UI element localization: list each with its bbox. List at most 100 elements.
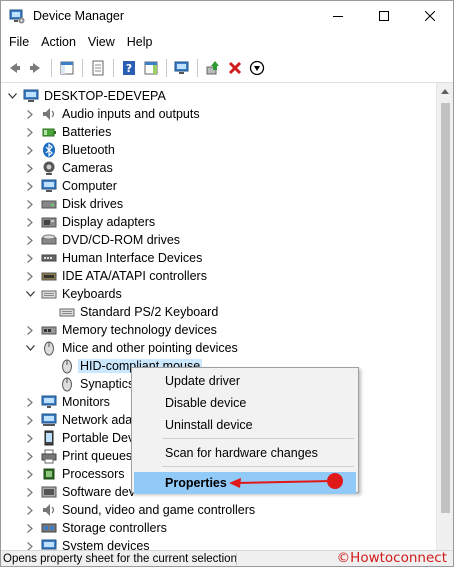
tree-item-human-interface-devices[interactable]: Human Interface Devices bbox=[25, 249, 202, 267]
keyboard-icon bbox=[41, 286, 57, 302]
tree-item-cameras[interactable]: Cameras bbox=[25, 159, 113, 177]
context-menu-update-driver[interactable]: Update driver bbox=[134, 370, 356, 392]
scroll-up-icon[interactable] bbox=[437, 83, 453, 100]
minimize-button[interactable] bbox=[315, 1, 361, 31]
context-menu-disable-device[interactable]: Disable device bbox=[134, 392, 356, 414]
tree-item-label: DESKTOP-EDEVEPA bbox=[44, 89, 166, 103]
menu-view[interactable]: View bbox=[82, 35, 121, 49]
toolbar: ? bbox=[1, 53, 453, 83]
tree-item-dvd-cd-rom-drives[interactable]: DVD/CD-ROM drives bbox=[25, 231, 180, 249]
uninstall-button[interactable] bbox=[224, 57, 246, 79]
chevron-down-icon[interactable] bbox=[7, 91, 17, 101]
tree-item-batteries[interactable]: Batteries bbox=[25, 123, 111, 141]
chevron-right-icon[interactable] bbox=[25, 163, 35, 173]
show-hide-action-pane-icon bbox=[144, 61, 158, 74]
tree-item-label: Processors bbox=[62, 467, 125, 481]
tree-item-audio-inputs-and-outputs[interactable]: Audio inputs and outputs bbox=[25, 105, 200, 123]
tree-item-ide-ata-atapi-controllers[interactable]: IDE ATA/ATAPI controllers bbox=[25, 267, 207, 285]
audio-icon bbox=[41, 106, 57, 122]
tree-item-processors[interactable]: Processors bbox=[25, 465, 125, 483]
disable-device-button[interactable] bbox=[246, 57, 268, 79]
context-menu-scan-for-hardware-changes[interactable]: Scan for hardware changes bbox=[134, 442, 356, 464]
ide-controller-icon bbox=[41, 268, 57, 284]
window-title: Device Manager bbox=[33, 9, 125, 23]
forward-icon bbox=[30, 62, 40, 73]
tree-item-portable-dev[interactable]: Portable Dev bbox=[25, 429, 134, 447]
chevron-right-icon[interactable] bbox=[25, 451, 35, 461]
forward-button[interactable] bbox=[25, 57, 47, 79]
tree-item-bluetooth[interactable]: Bluetooth bbox=[25, 141, 115, 159]
tree-item-label: Portable Dev bbox=[62, 431, 135, 445]
back-button[interactable] bbox=[3, 57, 25, 79]
vertical-scrollbar[interactable] bbox=[436, 83, 453, 552]
chevron-right-icon[interactable] bbox=[25, 433, 35, 443]
tree-item-synaptics[interactable]: Synaptics bbox=[43, 375, 134, 393]
chevron-right-icon[interactable] bbox=[25, 235, 35, 245]
chevron-right-icon[interactable] bbox=[25, 469, 35, 479]
mouse-icon bbox=[41, 340, 57, 356]
chevron-right-icon[interactable] bbox=[25, 505, 35, 515]
tree-item-memory-technology-devices[interactable]: Memory technology devices bbox=[25, 321, 217, 339]
toolbar-separator bbox=[113, 58, 114, 77]
tree-item-monitors[interactable]: Monitors bbox=[25, 393, 110, 411]
back-icon bbox=[10, 62, 20, 73]
tree-item-disk-drives[interactable]: Disk drives bbox=[25, 195, 123, 213]
context-menu-uninstall-device[interactable]: Uninstall device bbox=[134, 414, 356, 436]
tree-item-storage-controllers[interactable]: Storage controllers bbox=[25, 519, 167, 537]
chevron-right-icon[interactable] bbox=[25, 145, 35, 155]
title-bar: Device Manager bbox=[1, 1, 453, 31]
properties-button[interactable] bbox=[87, 57, 109, 79]
chevron-right-icon[interactable] bbox=[25, 397, 35, 407]
context-menu-separator bbox=[162, 466, 354, 467]
tree-item-mice-and-other-pointing-devices[interactable]: Mice and other pointing devices bbox=[25, 339, 238, 357]
tree-item-label: Storage controllers bbox=[62, 521, 167, 535]
chevron-right-icon[interactable] bbox=[25, 523, 35, 533]
hid-icon bbox=[41, 250, 57, 266]
show-hide-action-pane-button[interactable] bbox=[140, 57, 162, 79]
chevron-right-icon[interactable] bbox=[25, 415, 35, 425]
help-button[interactable]: ? bbox=[118, 57, 140, 79]
status-text: Opens property sheet for the current sel… bbox=[3, 552, 237, 565]
tree-item-standard-ps-2-keyboard[interactable]: Standard PS/2 Keyboard bbox=[43, 303, 218, 321]
monitor-icon bbox=[41, 394, 57, 410]
chevron-right-icon[interactable] bbox=[25, 199, 35, 209]
maximize-button[interactable] bbox=[361, 1, 407, 31]
scan-hardware-icon bbox=[174, 61, 189, 74]
menu-file[interactable]: File bbox=[3, 35, 35, 49]
tree-item-display-adapters[interactable]: Display adapters bbox=[25, 213, 155, 231]
tree-item-label: Display adapters bbox=[62, 215, 156, 229]
update-driver-button[interactable] bbox=[202, 57, 224, 79]
chevron-down-icon[interactable] bbox=[25, 289, 35, 299]
chevron-right-icon[interactable] bbox=[25, 253, 35, 263]
close-button[interactable] bbox=[407, 1, 453, 31]
chevron-right-icon[interactable] bbox=[25, 217, 35, 227]
toolbar-separator bbox=[51, 58, 52, 77]
tree-item-network-ada[interactable]: Network ada bbox=[25, 411, 132, 429]
chevron-right-icon[interactable] bbox=[25, 325, 35, 335]
show-hide-tree-button[interactable] bbox=[56, 57, 78, 79]
tree-item-desktop-edevepa[interactable]: DESKTOP-EDEVEPA bbox=[7, 87, 166, 105]
scan-hardware-button[interactable] bbox=[171, 57, 193, 79]
menu-action[interactable]: Action bbox=[35, 35, 82, 49]
tree-item-label: Monitors bbox=[62, 395, 110, 409]
display-adapter-icon bbox=[41, 214, 57, 230]
storage-controller-icon bbox=[41, 520, 57, 536]
software-device-icon bbox=[41, 484, 57, 500]
menu-help[interactable]: Help bbox=[121, 35, 159, 49]
chevron-right-icon[interactable] bbox=[25, 487, 35, 497]
tree-item-sound-video-and-game-controllers[interactable]: Sound, video and game controllers bbox=[25, 501, 255, 519]
scrollbar-thumb[interactable] bbox=[441, 103, 450, 513]
svg-text:?: ? bbox=[126, 62, 132, 75]
tree-item-software-dev[interactable]: Software dev bbox=[25, 483, 135, 501]
chevron-right-icon[interactable] bbox=[25, 109, 35, 119]
chevron-right-icon[interactable] bbox=[25, 127, 35, 137]
context-menu-properties[interactable]: Properties bbox=[134, 472, 356, 494]
tree-item-print-queues[interactable]: Print queues bbox=[25, 447, 132, 465]
tree-item-computer[interactable]: Computer bbox=[25, 177, 117, 195]
tree-item-keyboards[interactable]: Keyboards bbox=[25, 285, 122, 303]
chevron-right-icon[interactable] bbox=[25, 181, 35, 191]
chevron-right-icon[interactable] bbox=[25, 271, 35, 281]
chevron-down-icon[interactable] bbox=[25, 343, 35, 353]
